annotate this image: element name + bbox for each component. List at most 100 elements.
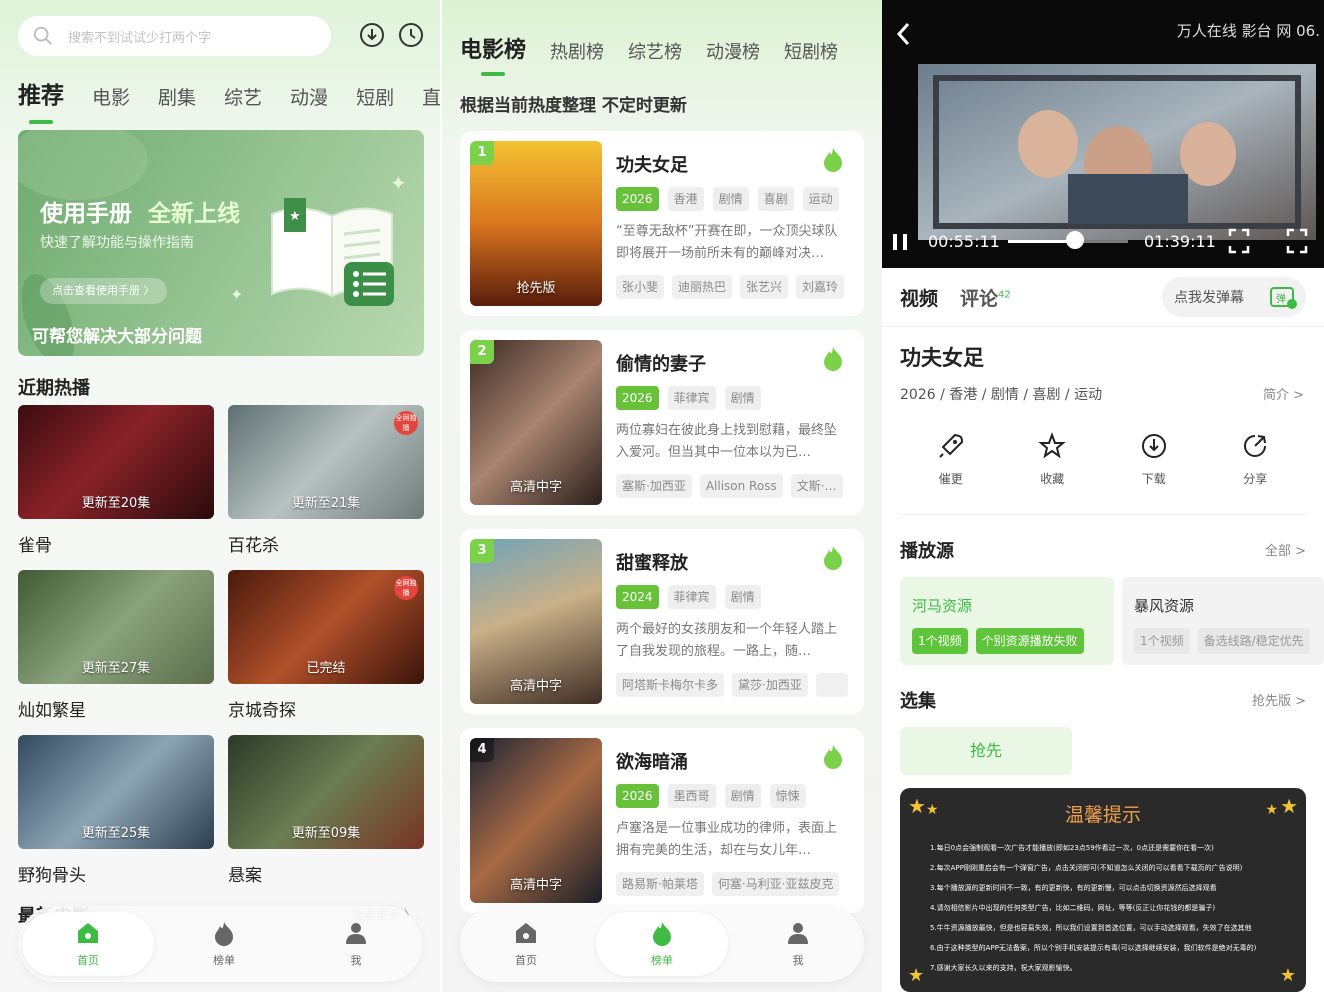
pause-icon[interactable] [890,232,910,252]
ranking-item[interactable]: 3 高清中字 甜蜜释放 2024 菲律宾 剧情 两个最好的女孩朋友和一个年轻人踏… [460,529,864,714]
ranking-item[interactable]: 1 抢先版 功夫女足 2026 香港 剧情 喜剧 运动 “至尊无敌杯”开赛在即，… [460,131,864,316]
show-card[interactable]: 更新至25集 野狗骨头 [18,735,214,886]
ranking-item[interactable]: 4 高清中字 欲海暗涌 2026 墨西哥 剧情 惊悚 卢塞洛是一位事业成功的律师… [460,728,864,913]
tab-series[interactable]: 剧集 [158,83,196,110]
show-card[interactable]: 更新至27集 灿如繁星 [18,570,214,721]
genre-tag: 喜剧 [757,187,794,211]
rank-number: 4 [470,738,494,762]
show-card[interactable]: 全网独播 更新至21集 百花杀 [228,405,424,556]
action-row: 催更 收藏 下载 分享 [900,432,1306,487]
show-thumbnail: 更新至25集 [18,735,214,849]
hot-flame-icon [824,148,842,172]
nav-home-label: 首页 [77,954,99,967]
source-all-link[interactable]: 全部 > [1265,540,1306,559]
movie-meta: 2026 / 香港 / 剧情 / 喜剧 / 运动 [900,387,1103,403]
video-player[interactable]: 万人在线 影台 网 06. 00:55:11 01:39:11 [882,0,1324,268]
source-card-active[interactable]: 河马资源 1个视频 个别资源播放失败 [900,577,1114,665]
source-chips: 1个视频 备选线路/稳定优先 [1134,628,1312,654]
episode-status: 已完结 [306,661,346,676]
search-input[interactable]: 搜索不到试试少打两个字 [18,16,331,56]
tab-live[interactable]: 直 [422,83,440,110]
tab-variety[interactable]: 综艺 [224,83,262,110]
nav-me[interactable]: 我 [290,912,422,976]
star-icon [1038,432,1067,459]
svg-text:★: ★ [289,209,301,224]
rank-number: 3 [470,539,494,563]
nav-rank[interactable]: 榜单 [158,912,290,976]
tab-variety-rank[interactable]: 综艺榜 [628,38,682,64]
banner-button[interactable]: 点击查看使用手册 〉 [40,278,167,304]
cast-chip: 黛莎·加西亚 [732,673,808,697]
nav-me[interactable]: 我 [732,912,864,976]
favorite-label: 收藏 [1040,472,1065,486]
download-button[interactable]: 下载 [1103,432,1205,487]
tab-movie-rank[interactable]: 电影榜 [460,32,526,64]
year-tag: 2026 [616,784,659,808]
tag-list: 2024 菲律宾 剧情 [616,585,770,609]
source-section-title: 播放源 [900,541,954,562]
star-decoration-icon: ★ [908,965,925,986]
book-icon: ★ [271,198,394,306]
nav-home-label: 首页 [515,954,537,967]
nav-home[interactable]: 首页 [22,912,154,976]
genre-tag: 墨西哥 [667,784,716,808]
comment-count: 42 [998,289,1011,301]
intro-link[interactable]: 简介 > [1263,384,1304,403]
danmu-icon[interactable]: 弹 [1268,282,1298,312]
share-button[interactable]: 分享 [1205,432,1307,487]
tab-anime-rank[interactable]: 动漫榜 [706,38,760,64]
urge-update-button[interactable]: 催更 [900,432,1002,487]
tab-movie[interactable]: 电影 [92,83,130,110]
show-title: 野狗骨头 [18,866,86,886]
share-label: 分享 [1243,472,1268,486]
episodes-side-link[interactable]: 抢先版 > [1252,690,1306,709]
episode-status: 更新至25集 [81,826,151,841]
tab-short-drama[interactable]: 短剧 [356,83,394,110]
hot-flame-icon [824,745,842,769]
nav-me-label: 我 [792,954,804,967]
episode-button[interactable]: 抢先 [900,727,1072,775]
progress-knob[interactable] [1066,231,1085,249]
tab-anime[interactable]: 动漫 [290,83,328,110]
tab-short-rank[interactable]: 短剧榜 [784,38,838,64]
genre-tag: 剧情 [724,585,761,609]
tab-comment[interactable]: 评论42 [960,284,1011,311]
nav-home[interactable]: 首页 [460,912,592,976]
fit-screen-icon[interactable] [1228,228,1250,254]
danmu-input[interactable]: 点我发弹幕 弹 [1162,277,1306,317]
manual-banner[interactable]: ✦ ✦ 使用手册 全新上线 快速了解功能与操作指南 点击查看使用手册 〉 可帮您… [18,130,424,356]
home-screen: 搜索不到试试少打两个字 推荐 电影 剧集 综艺 动漫 短剧 直 ✦ ✦ 使用手册… [0,0,440,992]
cast-chip: 张小斐 [616,275,665,299]
fullscreen-icon[interactable] [1286,228,1308,254]
download-icon[interactable] [359,22,385,48]
banner-title: 使用手册 全新上线 [40,194,240,228]
poster-image: 4 高清中字 [470,738,602,903]
user-icon [346,923,366,944]
movie-title: 欲海暗涌 [616,752,688,773]
poster-image: 1 抢先版 [470,141,602,306]
user-icon [788,923,808,944]
section-recent-title: 近期热播 [18,378,90,399]
show-card[interactable]: 全网独播 已完结 京城奇探 [228,570,424,721]
notice-lines: 1.每日0点会强制观看一次广告才能播放(即如23点59作看过一次，0点还是需要你… [930,838,1290,978]
show-card[interactable]: 更新至09集 悬案 [228,735,424,886]
genre-tag: 剧情 [712,187,749,211]
tab-comment-label: 评论 [960,288,999,310]
time-total: 01:39:11 [1144,232,1216,251]
source-card[interactable]: 暴风资源 1个视频 备选线路/稳定优先 [1122,577,1324,665]
favorite-button[interactable]: 收藏 [1002,432,1104,487]
ranking-item[interactable]: 2 高清中字 偷情的妻子 2026 菲律宾 剧情 两位寡妇在彼此身上找到慰藉，最… [460,330,864,515]
tab-recommend[interactable]: 推荐 [18,76,64,110]
nav-rank[interactable]: 榜单 [596,912,728,976]
nav-me-label: 我 [350,954,362,967]
tab-drama-rank[interactable]: 热剧榜 [550,38,604,64]
movie-title: 甜蜜释放 [616,553,688,574]
history-icon[interactable] [398,22,424,48]
source-chips: 1个视频 个别资源播放失败 [912,628,1102,654]
tab-video[interactable]: 视频 [900,284,938,311]
notice-line: 6.由于这种类型的APP无法备案，所以个别手机安装提示有毒(可以选择继续安装，我… [930,944,1257,952]
back-arrow-icon[interactable] [894,20,914,48]
show-card[interactable]: 更新至20集 雀骨 [18,405,214,556]
movie-title: 功夫女足 [900,346,984,370]
category-tabs: 推荐 电影 剧集 综艺 动漫 短剧 直 [18,76,440,110]
